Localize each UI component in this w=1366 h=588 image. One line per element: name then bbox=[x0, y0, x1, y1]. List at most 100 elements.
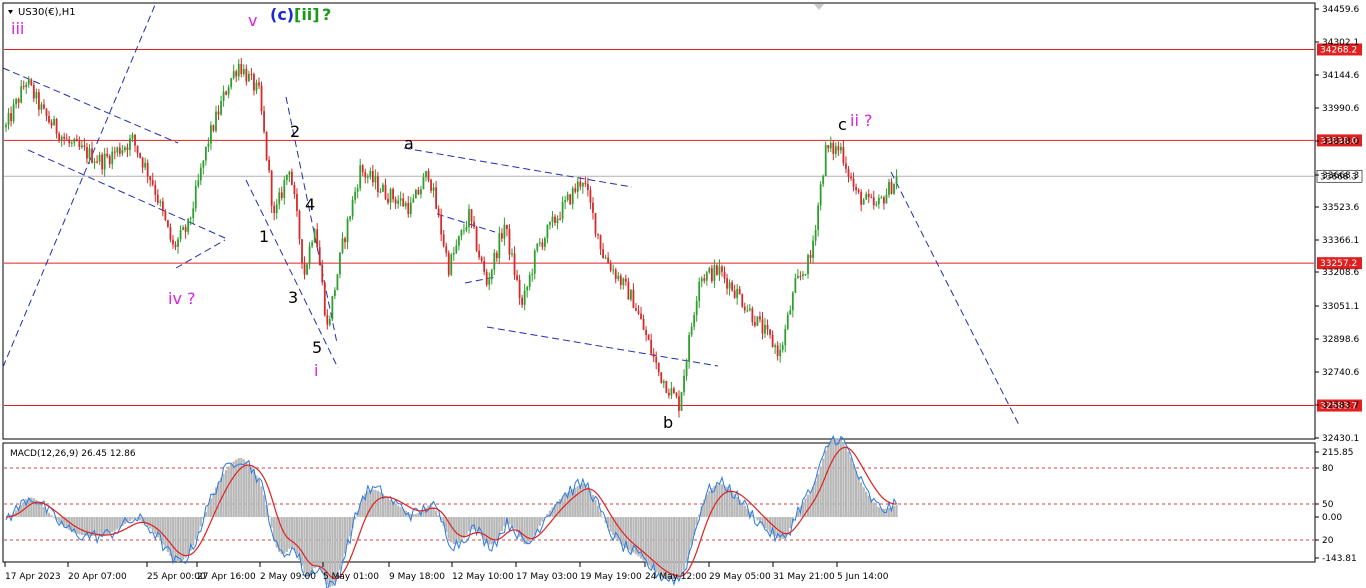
candle-body bbox=[817, 205, 820, 230]
candle-body bbox=[63, 136, 66, 139]
candle-body bbox=[587, 183, 589, 191]
candle-body bbox=[624, 278, 627, 282]
candle-body bbox=[470, 209, 473, 222]
y-tick-label: 32898.6 bbox=[1322, 335, 1359, 345]
candle-body bbox=[728, 282, 731, 289]
candle-body bbox=[182, 227, 184, 230]
candle-body bbox=[321, 264, 324, 283]
candle-body bbox=[485, 271, 488, 285]
candle-body bbox=[513, 253, 516, 276]
wave-label-i: i bbox=[314, 361, 318, 380]
candle-body bbox=[242, 68, 245, 75]
candle-body bbox=[824, 145, 827, 177]
candle-body bbox=[602, 249, 604, 258]
candle-body bbox=[199, 167, 202, 181]
candle-body bbox=[270, 170, 273, 206]
candle-body bbox=[807, 254, 809, 275]
candle-body bbox=[404, 202, 407, 207]
candle-body bbox=[265, 131, 268, 160]
wave-label-iv: iv ? bbox=[168, 289, 196, 308]
candle-body bbox=[690, 326, 693, 335]
candle-body bbox=[478, 250, 481, 258]
candle-body bbox=[141, 157, 144, 168]
candle-body bbox=[526, 286, 529, 291]
candle-body bbox=[126, 147, 129, 150]
candle-body bbox=[554, 216, 556, 224]
candle-body bbox=[250, 74, 253, 76]
candle-body bbox=[55, 118, 58, 134]
candle-body bbox=[845, 163, 847, 169]
candle-body bbox=[151, 180, 154, 185]
wave-label-a: a bbox=[404, 134, 414, 153]
candle-body bbox=[665, 380, 668, 393]
candle-body bbox=[888, 181, 890, 195]
candle-body bbox=[12, 104, 15, 122]
candle-body bbox=[108, 156, 111, 165]
candle-body bbox=[543, 238, 546, 247]
candle-body bbox=[146, 162, 149, 177]
candle-body bbox=[285, 174, 288, 181]
candle-body bbox=[829, 142, 832, 149]
candle-body bbox=[331, 295, 334, 320]
candle-body bbox=[172, 239, 174, 245]
candle-body bbox=[179, 229, 182, 240]
candle-body bbox=[40, 104, 43, 110]
wave-label-3: 3 bbox=[288, 288, 298, 307]
candle-body bbox=[855, 186, 857, 191]
wave-label-ii-bracket: [ii] bbox=[294, 5, 320, 24]
candle-body bbox=[822, 176, 825, 185]
candle-body bbox=[43, 104, 45, 109]
candle-body bbox=[619, 275, 622, 286]
candle-body bbox=[227, 87, 230, 95]
candle-body bbox=[283, 180, 286, 198]
candle-body bbox=[303, 262, 306, 275]
symbol-title: US30(€),H1 bbox=[18, 7, 76, 18]
candle-body bbox=[392, 189, 394, 200]
candle-body bbox=[45, 108, 48, 117]
candle-body bbox=[614, 269, 617, 279]
candle-body bbox=[483, 260, 486, 272]
candle-body bbox=[746, 310, 749, 312]
candle-body bbox=[106, 153, 109, 157]
candle-body bbox=[779, 349, 782, 357]
candle-body bbox=[194, 185, 197, 209]
candle-body bbox=[420, 189, 422, 195]
candle-body bbox=[753, 322, 756, 326]
candle-body bbox=[334, 290, 336, 296]
candle-body bbox=[771, 334, 774, 348]
candle-body bbox=[546, 224, 549, 239]
candle-body bbox=[417, 189, 420, 195]
candle-body bbox=[323, 282, 326, 316]
x-tick-label: 24 May 12:00 bbox=[645, 572, 707, 582]
wave-label-c-paren: (c) bbox=[270, 5, 294, 24]
candle-body bbox=[437, 208, 440, 215]
candle-body bbox=[409, 202, 412, 215]
candle-body bbox=[812, 240, 814, 258]
candle-body bbox=[220, 100, 222, 115]
candle-body bbox=[247, 74, 250, 82]
candle-body bbox=[713, 265, 716, 282]
wave-label-5: 5 bbox=[312, 338, 322, 357]
candle-body bbox=[667, 392, 670, 396]
candle-body bbox=[98, 154, 101, 162]
candle-body bbox=[503, 224, 506, 239]
x-tick-label: 19 May 19:00 bbox=[580, 572, 642, 582]
candle-body bbox=[518, 279, 521, 298]
candle-body bbox=[177, 239, 179, 247]
trading-chart[interactable]: 34268.233838.033257.232583.733668.334459… bbox=[0, 0, 1366, 588]
candle-body bbox=[490, 269, 493, 280]
candle-body bbox=[275, 204, 278, 214]
candle-body bbox=[73, 139, 76, 143]
candle-body bbox=[167, 220, 169, 227]
candle-body bbox=[716, 265, 718, 275]
y-tick-label: 33523.6 bbox=[1322, 203, 1359, 213]
x-tick-label: 20 Apr 07:00 bbox=[68, 572, 127, 582]
wave-label-ii: ii ? bbox=[850, 111, 872, 130]
candle-body bbox=[288, 171, 291, 175]
candle-body bbox=[784, 328, 787, 346]
y-tick-label: 33208.6 bbox=[1322, 268, 1359, 278]
candle-body bbox=[569, 194, 572, 205]
candle-body bbox=[759, 316, 761, 320]
candle-body bbox=[468, 209, 470, 228]
candle-body bbox=[488, 279, 491, 285]
